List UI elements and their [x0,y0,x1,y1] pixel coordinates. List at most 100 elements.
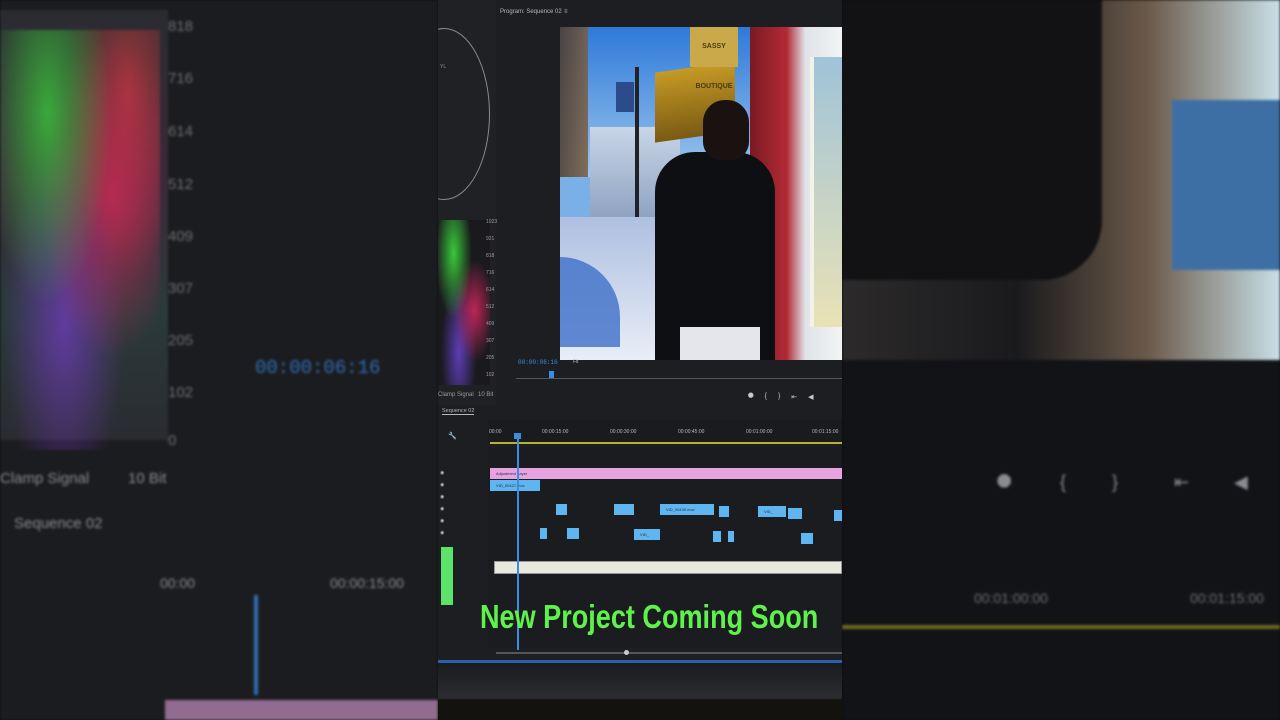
scale-label: 512 [168,176,194,193]
ruler-label: 00:00 [489,429,502,435]
right-blur-background: ⯃ { } ⇤ ◀ 00:01:00:00 00:01:15:00 [842,0,1280,720]
timecode-zoomed: 00:00:06:16 [255,357,381,379]
video-clip[interactable]: VID_00439.mov [660,504,714,515]
tree [560,27,588,177]
video-clip[interactable]: VID_ [758,506,786,517]
ruler-label: 00:00:45:00 [678,429,705,435]
clamp-signal-label: Clamp Signal [0,470,90,487]
scale-label: 818 [168,18,194,35]
eye-icon[interactable]: ◉ [440,506,444,512]
eye-icon[interactable]: ◉ [440,482,444,488]
go-to-in-icon[interactable]: ⇤ [791,393,797,401]
caption-overlay: New Project Coming Soon [480,598,819,635]
marker-icon: ⯃ [997,472,1012,492]
scale-label: 205 [168,332,194,349]
go-to-in-icon: ⇤ [1174,472,1190,492]
scale-label: 614 [486,287,495,293]
scale-label: 512 [486,304,495,310]
scale-label: 716 [486,270,495,276]
transport-controls: ⯃ { } ⇤ ◀ [748,393,842,401]
marker-icon[interactable]: ⯃ [748,393,754,401]
sequence-tab[interactable]: Sequence 02 [442,408,475,415]
shop-sign: SASSY BOUTIQUE [690,27,738,90]
adjustment-layer-clip[interactable]: Adjustment Layer [490,468,842,479]
scrollbar-handle[interactable] [624,650,629,655]
bit-depth-select[interactable]: 10 Bit [478,392,493,398]
video-clip[interactable] [801,533,813,544]
adjustment-layer-clip-zoomed [165,700,438,720]
step-back-icon: ◀ [1234,472,1248,492]
waveform-scope [438,220,490,385]
video-clip[interactable] [556,504,567,515]
ruler-label: 00:01:00:00 [974,590,1048,606]
step-back-icon[interactable]: ◀ [808,393,813,401]
ruler-label: 00:00:15:00 [330,575,404,591]
video-clip[interactable] [719,506,729,517]
video-clip[interactable]: VID_ [634,529,660,540]
monitor-bezel [438,660,842,720]
ruler-label: 00:00 [160,575,196,591]
timeline-scrollbar[interactable] [496,652,842,654]
scale-label: 716 [168,70,194,87]
program-scrub-bar[interactable] [516,378,842,385]
ruler-label: 00:01:15:00 [1190,590,1264,606]
work-area-bar-zoomed [842,625,1280,629]
person-pants [680,327,760,360]
video-clip[interactable] [567,528,579,539]
in-point-icon[interactable]: { [765,393,767,401]
vectorscope [438,28,490,200]
waveform-scale: 1023 921 818 716 614 512 409 307 205 102 [486,214,504,384]
window-zoomed [1172,100,1280,270]
program-playhead[interactable] [549,371,554,378]
audio-clip[interactable] [494,561,842,574]
wrench-icon[interactable]: 🔧 [448,432,457,440]
scale-label: 921 [486,236,495,242]
clamp-signal-label: Clamp Signal [438,392,474,398]
monitor-screen: YL Clamp Signal 10 Bit 1023 921 818 716 … [438,0,842,720]
scale-label: 1023 [486,219,498,225]
video-clip[interactable] [728,531,734,542]
video-clip[interactable] [540,528,547,539]
playhead-zoomed [254,595,258,695]
video-clip[interactable] [614,504,634,515]
video-clip[interactable] [788,508,802,519]
hamburger-icon[interactable]: ≡ [564,9,568,15]
in-point-icon: { [1060,472,1067,492]
scale-label: 102 [168,384,194,401]
eye-icon[interactable]: ◉ [440,470,444,476]
program-timecode[interactable]: 00:00:06:16 [518,359,558,366]
ruler-label: 00:01:00:00 [746,429,773,435]
bit-depth-label: 10 Bit [128,470,167,487]
video-clip[interactable] [834,510,842,521]
scale-label: 409 [168,228,194,245]
eye-icon[interactable]: ◉ [440,530,444,536]
person-head [703,100,749,160]
ruler-label: 00:00:30:00 [610,429,637,435]
out-point-icon: } [1112,472,1119,492]
scale-label: 614 [168,123,194,140]
ruler-label: 00:00:15:00 [542,429,569,435]
sequence-tab-zoomed: Sequence 02 [14,515,103,532]
program-monitor-tab[interactable]: Program: Sequence 02 [500,9,562,15]
scale-label: 818 [486,253,495,259]
video-clip[interactable]: VID_00427.mov [490,480,540,491]
store-window [810,57,842,327]
person-zoomed [842,0,1102,280]
left-blur-background: 818 716 614 512 409 307 205 102 0 00:00:… [0,0,438,720]
eye-icon[interactable]: ◉ [440,494,444,500]
zoom-fit-select[interactable]: Fit [573,359,579,365]
eye-icon[interactable]: ◉ [440,518,444,524]
scale-label: 0 [168,432,177,449]
out-point-icon[interactable]: } [778,393,780,401]
street-banner [616,82,634,112]
program-video-frame: SASSY BOUTIQUE [560,27,842,360]
scale-label: 409 [486,321,495,327]
street-lamp [635,67,639,217]
work-area-bar[interactable] [490,442,842,444]
vectorscope-label: YL [440,64,447,70]
video-clip[interactable] [713,531,721,542]
scale-label: 307 [168,280,194,297]
ruler-label: 00:01:15:00 [812,429,839,435]
audio-level-meter [441,547,453,605]
scale-label: 307 [486,338,495,344]
